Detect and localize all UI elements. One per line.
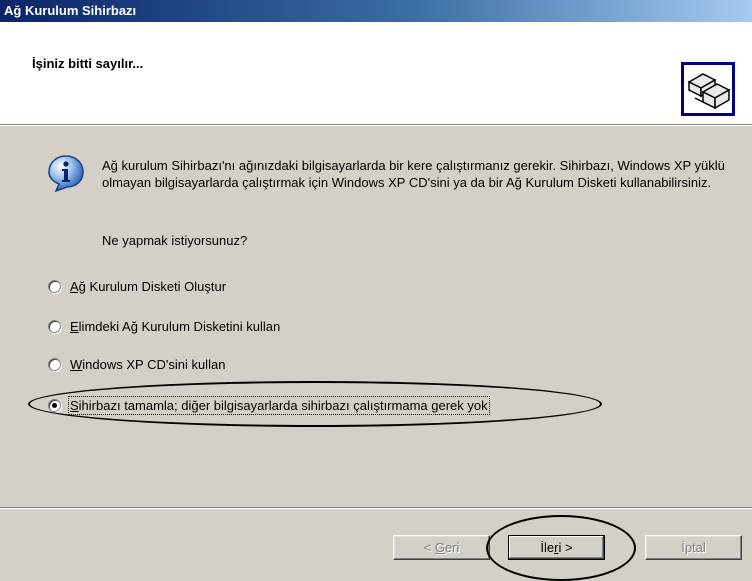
window-titlebar[interactable]: Ağ Kurulum Sihirbazı xyxy=(0,0,752,22)
question-label: Ne yapmak istiyorsunuz? xyxy=(102,233,248,248)
radio-create-disk[interactable] xyxy=(48,279,61,293)
page-title: İşiniz bitti sayılır... xyxy=(32,56,144,71)
radio-finish-wizard[interactable] xyxy=(48,398,61,412)
wizard-header: İşiniz bitti sayılır... xyxy=(0,22,752,125)
info-text: Ağ kurulum Sihirbazı'nı ağınızdaki bilgi… xyxy=(102,158,725,190)
info-icon xyxy=(48,155,84,193)
next-button[interactable]: İleri > xyxy=(508,535,605,560)
option-label: Elimdeki Ağ Kurulum Disketini kullan xyxy=(70,318,281,334)
radio-use-existing-disk[interactable] xyxy=(48,319,61,333)
window-title: Ağ Kurulum Sihirbazı xyxy=(4,3,137,18)
cancel-button[interactable]: İptal xyxy=(645,535,742,560)
option-label: Windows XP CD'sini kullan xyxy=(70,356,226,372)
network-computers-icon xyxy=(681,62,735,116)
option-label: Ağ Kurulum Disketi Oluştur xyxy=(70,278,227,294)
option-label: Sihirbazı tamamla; diğer bilgisayarlarda… xyxy=(68,395,490,415)
header-separator xyxy=(0,125,752,126)
option-finish-wizard[interactable]: Sihirbazı tamamla; diğer bilgisayarlarda… xyxy=(48,395,490,415)
option-use-cd[interactable]: Windows XP CD'sini kullan xyxy=(48,355,225,373)
option-create-disk[interactable]: Ağ Kurulum Disketi Oluştur xyxy=(48,277,226,295)
footer-divider-highlight xyxy=(0,508,752,509)
back-button[interactable]: < Geri xyxy=(393,535,490,560)
option-use-existing-disk[interactable]: Elimdeki Ağ Kurulum Disketini kullan xyxy=(48,317,280,335)
radio-use-cd[interactable] xyxy=(48,357,61,371)
